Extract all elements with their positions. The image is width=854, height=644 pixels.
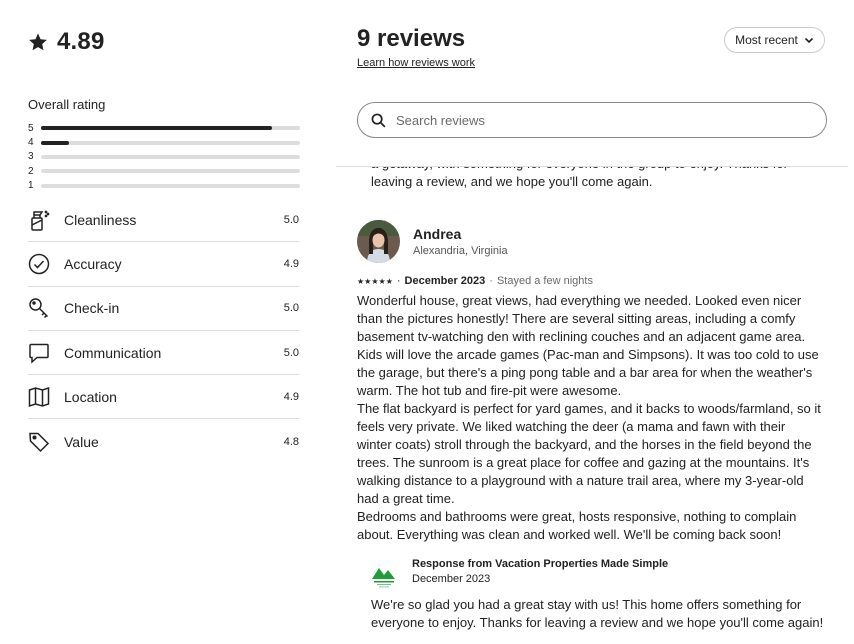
category-value: 5.0: [283, 302, 299, 315]
star-icon: [29, 33, 47, 51]
map-icon: [28, 386, 50, 408]
category-value-rating: Value 4.8: [28, 419, 299, 463]
category-label: Accuracy: [64, 255, 122, 272]
category-label: Value: [64, 433, 99, 450]
review-paragraph: The flat backyard is perfect for yard ga…: [357, 401, 821, 506]
chevron-down-icon: [804, 37, 813, 44]
distribution-row-2: 2: [28, 164, 300, 178]
previous-host-response-text: a getaway, with something for everyone i…: [371, 156, 788, 189]
distribution-row-4: 4: [28, 135, 300, 149]
sticky-header-divider: [336, 166, 848, 167]
stay-duration: Stayed a few nights: [496, 275, 593, 287]
distribution-row-5: 5: [28, 121, 300, 135]
sort-label: Most recent: [735, 33, 798, 47]
distribution-row-1: 1: [28, 179, 300, 193]
distribution-fill: [41, 126, 272, 131]
host-logo-icon: [372, 568, 395, 588]
reviewer-location: Alexandria, Virginia: [413, 245, 508, 257]
category-value: 4.9: [283, 390, 299, 403]
category-value: 5.0: [283, 346, 299, 359]
category-label: Location: [64, 388, 117, 405]
category-value: 4.8: [283, 435, 299, 448]
overall-rating-label: Overall rating: [28, 97, 106, 112]
distribution-fill: [41, 140, 70, 145]
host-response-date: December 2023: [412, 573, 491, 585]
category-label: Cleanliness: [64, 211, 137, 228]
distribution-track: [41, 183, 300, 188]
distribution-star-label: 3: [28, 151, 34, 163]
category-ratings: Cleanliness 5.0 Accuracy 4.9 Check-in 5.…: [28, 198, 299, 464]
category-label: Communication: [64, 344, 162, 361]
reviews-title: 9 reviews: [357, 25, 466, 52]
distribution-track: [41, 169, 300, 174]
key-icon: [28, 297, 50, 319]
category-check-in: Check-in 5.0: [28, 287, 299, 331]
spray-bottle-icon: [28, 209, 50, 231]
check-circle-icon: [28, 253, 50, 275]
category-communication: Communication 5.0: [28, 331, 299, 376]
meta-separator: ·: [489, 275, 493, 287]
category-cleanliness: Cleanliness 5.0: [28, 198, 299, 243]
distribution-star-label: 5: [28, 122, 34, 134]
avatar[interactable]: [357, 220, 400, 263]
reviewer-name: Andrea: [413, 226, 462, 242]
category-value: 5.0: [283, 213, 299, 226]
review-body: Wonderful house, great views, had everyt…: [357, 292, 823, 544]
rating-distribution: 5 4 3 2 1: [28, 121, 300, 193]
distribution-star-label: 1: [28, 180, 34, 192]
sort-dropdown[interactable]: Most recent: [724, 27, 825, 53]
category-value: 4.9: [283, 257, 299, 270]
search-icon: [371, 113, 386, 127]
review-date: December 2023: [404, 275, 486, 287]
search-input[interactable]: [394, 111, 798, 129]
tag-icon: [28, 431, 50, 453]
meta-separator: ·: [396, 275, 401, 287]
distribution-track: [41, 140, 300, 145]
score-value: 4.89: [57, 28, 105, 55]
category-label: Check-in: [64, 300, 120, 317]
review-meta: ★★★★★ · December 2023 · Stayed a few nig…: [357, 275, 593, 287]
host-response-header: Response from Vacation Properties Made S…: [371, 558, 668, 589]
host-response-title: Response from Vacation Properties Made S…: [412, 558, 669, 570]
distribution-star-label: 2: [28, 165, 34, 177]
review-paragraph: Bedrooms and bathrooms were great, hosts…: [357, 509, 797, 542]
distribution-star-label: 4: [28, 137, 34, 149]
learn-how-reviews-work-link[interactable]: Learn how reviews work: [357, 57, 475, 69]
category-location: Location 4.9: [28, 375, 299, 420]
chat-bubble-icon: [28, 342, 50, 364]
distribution-row-3: 3: [28, 150, 300, 164]
distribution-track: [41, 154, 300, 159]
reviewer-info[interactable]: Andrea Alexandria, Virginia: [357, 220, 508, 263]
category-accuracy: Accuracy 4.9: [28, 242, 299, 287]
review-stars: ★★★★★: [357, 276, 393, 286]
distribution-track: [41, 126, 300, 131]
overall-score: 4.89: [28, 28, 105, 56]
search-box[interactable]: [357, 102, 827, 138]
review-paragraph: Wonderful house, great views, had everyt…: [357, 293, 819, 398]
host-response-text: We're so glad you had a great stay with …: [371, 597, 824, 630]
